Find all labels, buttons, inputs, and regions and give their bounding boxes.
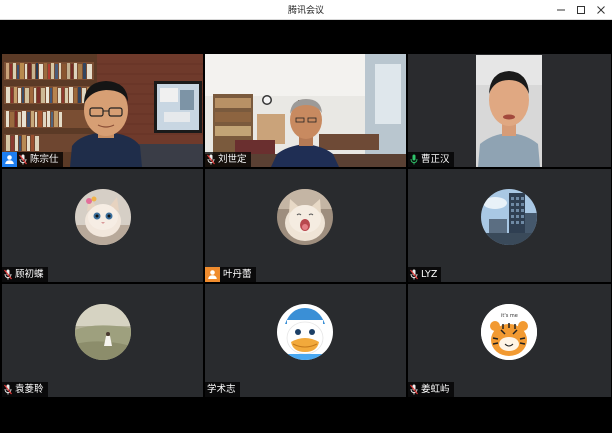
participant-name-tag: 姜虹屿: [408, 382, 454, 397]
participant-tile[interactable]: 刘世定: [205, 54, 406, 167]
video-feed: [408, 54, 611, 167]
participant-tile[interactable]: 曹正汉: [408, 54, 611, 167]
window-title: 腾讯会议: [287, 6, 324, 16]
participant-name-tag: 曹正汉: [408, 152, 454, 167]
mic-muted-icon: [17, 152, 29, 167]
participant-tile[interactable]: 陈宗仕: [2, 54, 203, 167]
participant-name: 陈宗仕: [30, 154, 59, 165]
city-building-avatar-icon: [481, 189, 537, 245]
participant-name: 曹正汉: [421, 154, 450, 165]
top-black-bar: [0, 20, 612, 54]
participant-name: 刘世定: [218, 154, 247, 165]
mic-muted-icon: [205, 152, 217, 167]
participant-name-tag: LYZ: [408, 267, 442, 282]
video-feed: [205, 54, 406, 167]
avatar-caption: it's me: [501, 313, 518, 319]
tiger-avatar-icon: it's me: [481, 304, 537, 360]
user-icon: [5, 155, 14, 164]
mic-muted-icon: [2, 267, 14, 282]
video-feed: [2, 54, 203, 167]
bottom-black-bar: [0, 397, 612, 433]
maximize-icon: [577, 5, 585, 14]
mic-muted-icon: [408, 382, 420, 397]
cat-avatar-icon: [75, 189, 131, 245]
participant-tile[interactable]: 顾初蝶: [2, 169, 203, 282]
participant-name-tag: 刘世定: [205, 152, 251, 167]
participant-tile[interactable]: 袁菱聆: [2, 284, 203, 397]
meeting-window: 腾讯会议 陈宗仕 刘世定 曹正汉 顾初蝶 叶丹蕾 LYZ 袁菱聆 学术志 it'…: [0, 0, 612, 433]
participant-tile[interactable]: LYZ: [408, 169, 611, 282]
participant-name: 姜虹屿: [421, 384, 450, 395]
participant-tile[interactable]: 叶丹蕾: [205, 169, 406, 282]
mic-speaking-icon: [408, 152, 420, 167]
participant-grid: 陈宗仕 刘世定 曹正汉 顾初蝶 叶丹蕾 LYZ 袁菱聆 学术志 it's me …: [0, 54, 612, 397]
yawning-cat-avatar-icon: [277, 189, 333, 245]
participant-tile[interactable]: 学术志: [205, 284, 406, 397]
participant-tile[interactable]: it's me 姜虹屿: [408, 284, 611, 397]
maximize-button[interactable]: [572, 2, 590, 17]
close-button[interactable]: [592, 2, 610, 17]
cartoon-duck-avatar-icon: [277, 304, 333, 360]
participant-name-tag: 叶丹蕾: [205, 267, 256, 282]
participant-name: 叶丹蕾: [223, 269, 252, 280]
mic-muted-icon: [408, 267, 420, 282]
mic-muted-icon: [2, 382, 14, 397]
minimize-button[interactable]: [552, 2, 570, 17]
minimize-icon: [557, 9, 565, 10]
user-icon: [208, 270, 217, 279]
participant-name-tag: 顾初蝶: [2, 267, 48, 282]
participant-name-tag: 陈宗仕: [2, 152, 63, 167]
title-bar: 腾讯会议: [0, 0, 612, 20]
participant-name-tag: 袁菱聆: [2, 382, 48, 397]
participant-name: 袁菱聆: [15, 384, 44, 395]
participant-name: LYZ: [421, 269, 438, 280]
user-badge: [205, 267, 220, 282]
host-badge: [2, 152, 17, 167]
landscape-avatar-icon: [75, 304, 131, 360]
close-icon: [597, 5, 605, 14]
participant-name-tag: 学术志: [205, 382, 240, 397]
participant-name: 顾初蝶: [15, 269, 44, 280]
participant-name: 学术志: [207, 384, 236, 395]
